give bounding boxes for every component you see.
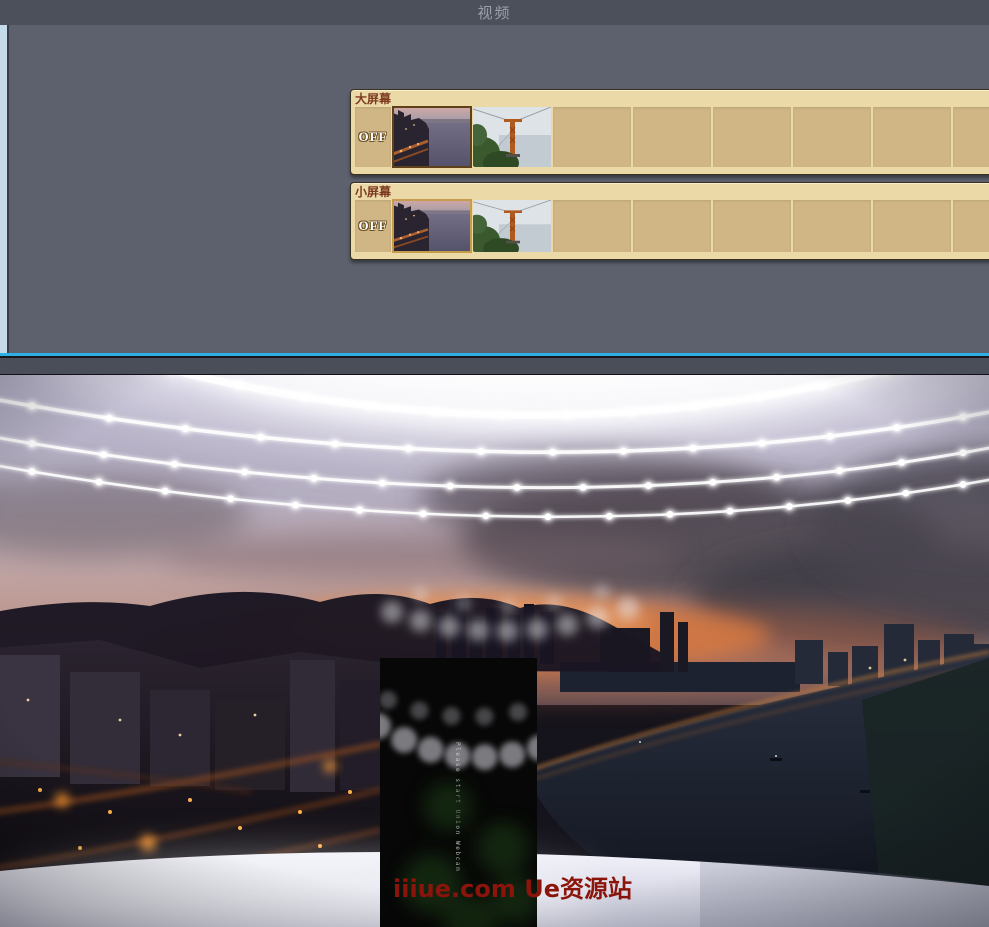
empty-slot (633, 200, 711, 252)
empty-slot (953, 107, 989, 167)
big-screen-off-button[interactable]: OFF (355, 107, 391, 167)
studio-scene: Please start Union Webcam iiiue.com Ue资源… (0, 375, 989, 927)
thumbnail-cable-car[interactable] (473, 200, 551, 252)
studio-preview: Please start Union Webcam iiiue.com Ue资源… (0, 375, 989, 927)
thumbnail-harbor-dusk[interactable] (393, 107, 471, 167)
empty-slot (633, 107, 711, 167)
title-bar: 视频 (0, 0, 989, 26)
big-screen-track: OFF (355, 107, 989, 167)
big-screen-label: 大屏幕 (355, 92, 989, 107)
left-panel-rail (0, 25, 9, 353)
small-screen-strip: 小屏幕 OFF (350, 182, 989, 260)
empty-slot (553, 107, 631, 167)
empty-slot (553, 200, 631, 252)
panel-splitter[interactable] (0, 353, 989, 375)
empty-slot (873, 200, 951, 252)
empty-slot (873, 107, 951, 167)
window-title: 视频 (477, 2, 511, 23)
empty-slot (793, 107, 871, 167)
small-screen-track: OFF (355, 200, 989, 252)
empty-slot (713, 107, 791, 167)
video-workspace: 大屏幕 OFF 小屏幕 OFF (0, 25, 989, 353)
small-screen-label: 小屏幕 (355, 185, 989, 200)
vignette (0, 375, 989, 927)
thumbnail-harbor-dusk[interactable] (393, 200, 471, 252)
empty-slot (953, 200, 989, 252)
big-screen-strip: 大屏幕 OFF (350, 89, 989, 175)
small-screen-off-button[interactable]: OFF (355, 200, 391, 252)
empty-slot (713, 200, 791, 252)
thumbnail-cable-car[interactable] (473, 107, 551, 167)
empty-slot (793, 200, 871, 252)
